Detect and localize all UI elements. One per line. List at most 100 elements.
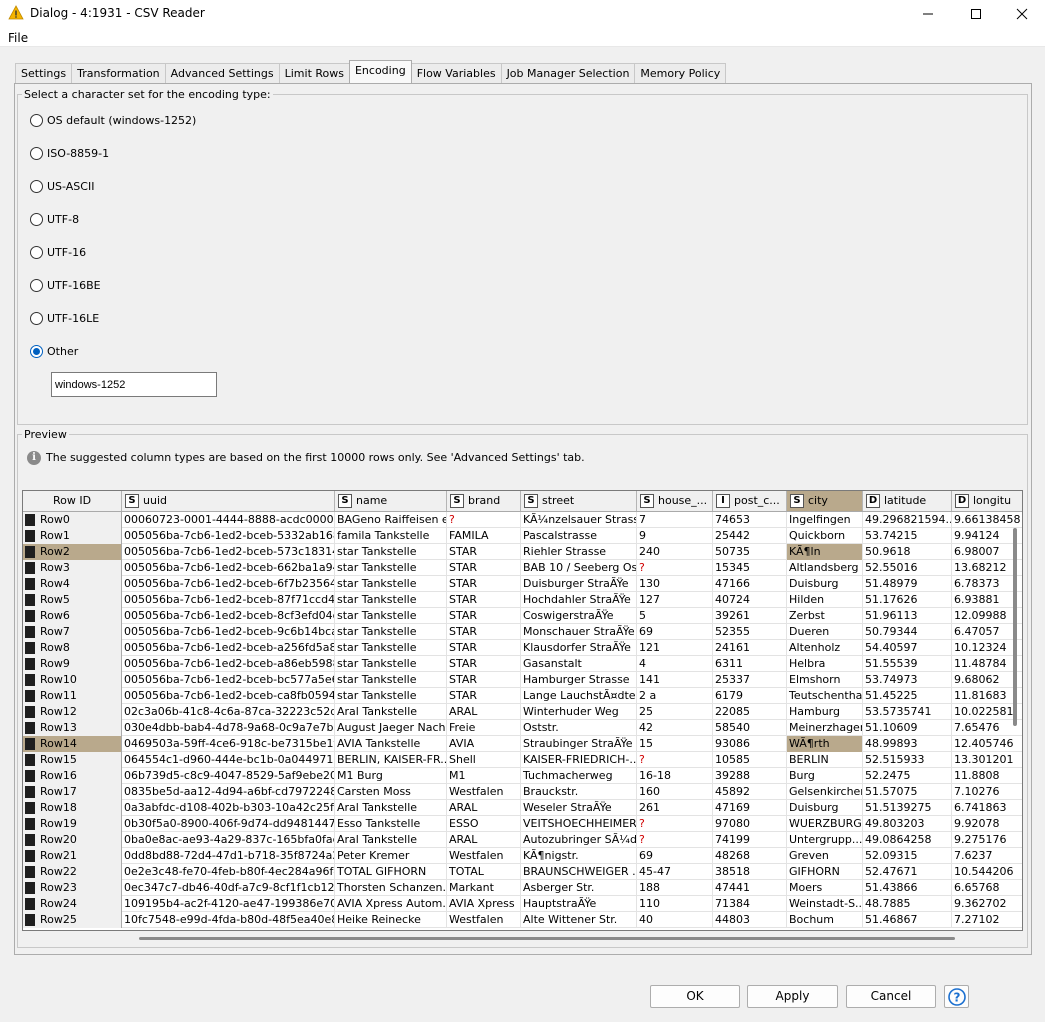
table-row[interactable]: Row16 06b739d5-c8c9-4047-8529-5af9ebe20fc… — [23, 768, 1022, 784]
tab-advanced-settings[interactable]: Advanced Settings — [164, 63, 280, 83]
other-charset-input[interactable] — [51, 372, 217, 397]
table-row[interactable]: Row8 005056ba-7cb6-1ed2-bceb-a256fd5a8d3e… — [23, 640, 1022, 656]
row-marker — [25, 594, 35, 606]
table-row[interactable]: Row4 005056ba-7cb6-1ed2-bceb-6f7b23564d23… — [23, 576, 1022, 592]
encoding-option-iso-8859-1[interactable]: ISO-8859-1 — [30, 145, 109, 161]
table-row[interactable]: Row13 030e4dbb-bab4-4d78-9a68-0c9a7e7b59a… — [23, 720, 1022, 736]
table-cell: AVIA Tankstelle — [335, 736, 447, 752]
table-row[interactable]: Row17 0835be5d-aa12-4d94-a6bf-cd7972248d1… — [23, 784, 1022, 800]
encoding-option-utf-16le[interactable]: UTF-16LE — [30, 310, 99, 326]
table-cell: 40724 — [713, 592, 787, 608]
table-cell: 25 — [637, 704, 713, 720]
radio-button[interactable] — [30, 278, 43, 292]
row-id-label: Row23 — [40, 881, 77, 894]
table-row[interactable]: Row3 005056ba-7cb6-1ed2-bceb-662ba1a94d1f… — [23, 560, 1022, 576]
cancel-button[interactable]: Cancel — [846, 985, 936, 1008]
table-cell: 69 — [637, 848, 713, 864]
table-row[interactable]: Row0 00060723-0001-4444-8888-acdc00000001… — [23, 512, 1022, 528]
radio-button[interactable] — [30, 344, 43, 358]
table-row[interactable]: Row9 005056ba-7cb6-1ed2-bceb-a86eb5988d41… — [23, 656, 1022, 672]
radio-button[interactable] — [30, 113, 43, 127]
tab-job-manager-selection[interactable]: Job Manager Selection — [500, 63, 636, 83]
tab-flow-variables[interactable]: Flow Variables — [410, 63, 502, 83]
encoding-option-us-ascii[interactable]: US-ASCII — [30, 178, 94, 194]
table-row[interactable]: Row24 109195b4-ac2f-4120-ae47-199386e700f… — [23, 896, 1022, 912]
table-cell: Greven — [787, 848, 863, 864]
table-row[interactable]: Row19 0b30f5a0-8900-406f-9d74-dd948144745… — [23, 816, 1022, 832]
radio-button[interactable] — [30, 146, 43, 160]
table-cell: 7.6237 — [952, 848, 1022, 864]
tab-settings[interactable]: Settings — [15, 63, 73, 83]
column-header-city[interactable]: Scity — [787, 491, 863, 511]
minimize-button[interactable] — [905, 0, 951, 28]
menu-file[interactable]: File — [8, 31, 28, 45]
table-row[interactable]: Row12 02c3a06b-41c8-4c6a-87ca-32223c52df3… — [23, 704, 1022, 720]
table-row[interactable]: Row18 0a3abfdc-d108-402b-b303-10a42c25f80… — [23, 800, 1022, 816]
radio-button[interactable] — [30, 212, 43, 226]
column-header-post-c[interactable]: Ipost_c... — [713, 491, 787, 511]
maximize-button[interactable] — [953, 0, 999, 28]
row-id-label: Row15 — [40, 753, 77, 766]
ok-button[interactable]: OK — [650, 985, 740, 1008]
close-button[interactable] — [999, 0, 1045, 28]
table-cell: TOTAL — [447, 864, 521, 880]
encoding-option-utf-16be[interactable]: UTF-16BE — [30, 277, 101, 293]
table-row[interactable]: Row15 064554c1-d960-444e-bc1b-0a0449711e4… — [23, 752, 1022, 768]
column-header-rowid[interactable]: Row ID — [23, 491, 122, 511]
help-button[interactable]: ? — [944, 985, 969, 1008]
table-cell: M1 Burg — [335, 768, 447, 784]
table-cell: Untergrupp... — [789, 832, 863, 848]
encoding-option-os-default-windows-1252[interactable]: OS default (windows-1252) — [30, 112, 196, 128]
encoding-option-other[interactable]: Other — [30, 343, 78, 359]
table-row[interactable]: Row5 005056ba-7cb6-1ed2-bceb-87f71ccd4d30… — [23, 592, 1022, 608]
table-cell: Hochdahler StraÃŸe — [521, 592, 637, 608]
column-header-street[interactable]: Sstreet — [521, 491, 637, 511]
column-header-name[interactable]: Sname — [335, 491, 447, 511]
vertical-scrollbar[interactable] — [1013, 528, 1017, 726]
encoding-option-utf-8[interactable]: UTF-8 — [30, 211, 79, 227]
table-row[interactable]: Row14 0469503a-59ff-4ce6-918c-be7315be1f0… — [23, 736, 1022, 752]
row-marker — [25, 898, 35, 910]
table-row[interactable]: Row21 0dd8bd88-72d4-47d1-b718-35f8724a22e… — [23, 848, 1022, 864]
tab-encoding[interactable]: Encoding — [348, 60, 412, 83]
column-header-label: brand — [468, 494, 501, 507]
table-cell: STAR — [447, 544, 521, 560]
table-cell: 0ec347c7-db46-40df-a7c9-8cf1f1cb12f2 — [124, 880, 335, 896]
table-row[interactable]: Row23 0ec347c7-db46-40df-a7c9-8cf1f1cb12f… — [23, 880, 1022, 896]
table-cell: 39261 — [713, 608, 787, 624]
column-header-house[interactable]: Shouse_... — [637, 491, 713, 511]
radio-label: OS default (windows-1252) — [47, 113, 197, 127]
column-header-latitude[interactable]: Dlatitude — [863, 491, 952, 511]
tab-limit-rows[interactable]: Limit Rows — [278, 63, 350, 83]
table-row[interactable]: Row6 005056ba-7cb6-1ed2-bceb-8cf3efd04d33… — [23, 608, 1022, 624]
table-cell: 7.27102 — [952, 912, 1022, 928]
row-marker — [25, 802, 35, 814]
column-header-brand[interactable]: Sbrand — [447, 491, 521, 511]
radio-button[interactable] — [30, 311, 43, 325]
table-row[interactable]: Row10 005056ba-7cb6-1ed2-bceb-bc577a5e6d4… — [23, 672, 1022, 688]
column-header-uuid[interactable]: Suuid — [122, 491, 335, 511]
apply-button[interactable]: Apply — [747, 985, 838, 1008]
radio-button[interactable] — [30, 245, 43, 259]
table-row[interactable]: Row20 0ba0e8ac-ae93-4a29-837c-165bfa0fac2… — [23, 832, 1022, 848]
table-cell: Winterhuder Weg — [521, 704, 637, 720]
column-header-longitu[interactable]: Dlongitu — [952, 491, 1022, 511]
table-cell: KÃ¼nzelsauer Strasse — [523, 512, 637, 528]
table-row[interactable]: Row22 0e2e3c48-fe70-4feb-b80f-4ec284a96f4… — [23, 864, 1022, 880]
table-row[interactable]: Row25 10fc7548-e99d-4fda-b80d-48f5ea40e84… — [23, 912, 1022, 928]
tab-memory-policy[interactable]: Memory Policy — [634, 63, 727, 83]
tab-transformation[interactable]: Transformation — [71, 63, 166, 83]
table-row[interactable]: Row11 005056ba-7cb6-1ed2-bceb-ca8fb0594d5… — [23, 688, 1022, 704]
column-header-label: name — [356, 494, 388, 507]
horizontal-scrollbar[interactable] — [139, 937, 955, 940]
table-row[interactable]: Row2 005056ba-7cb6-1ed2-bceb-573c18314d16… — [23, 544, 1022, 560]
table-cell: 109195b4-ac2f-4120-ae47-199386e700f6 — [124, 896, 335, 912]
table-row[interactable]: Row7 005056ba-7cb6-1ed2-bceb-9c6b14bcad3c… — [23, 624, 1022, 640]
table-cell: 188 — [637, 880, 713, 896]
table-cell: Elmshorn — [787, 672, 863, 688]
radio-button[interactable] — [30, 179, 43, 193]
encoding-option-utf-16[interactable]: UTF-16 — [30, 244, 86, 260]
table-cell: 9.92078 — [952, 816, 1022, 832]
table-row[interactable]: Row1 005056ba-7cb6-1ed2-bceb-5332ab168d12… — [23, 528, 1022, 544]
table-cell: 240 — [637, 544, 713, 560]
